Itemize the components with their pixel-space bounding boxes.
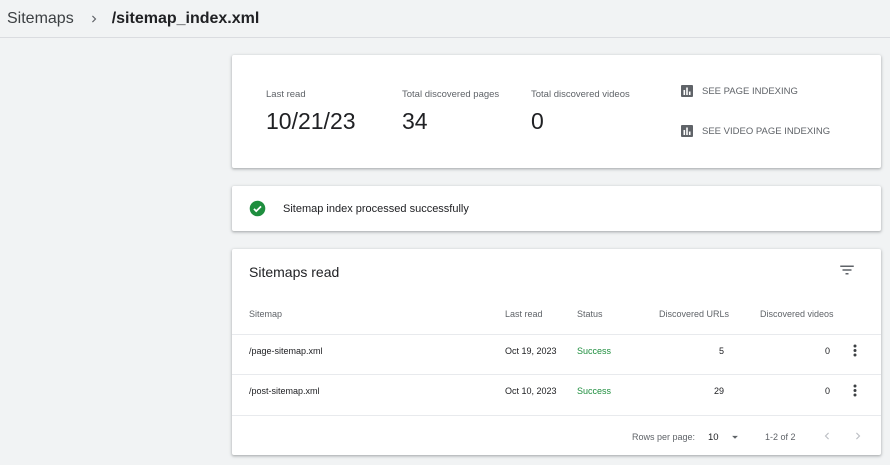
row-2-videos: 0 (824, 386, 830, 396)
last-read-value: 10/21/23 (266, 108, 356, 134)
last-read-label: Last read (266, 89, 306, 100)
header-discovered-urls[interactable]: Discovered URLs (659, 309, 729, 319)
see-page-indexing-label: SEE PAGE INDEXING (702, 85, 798, 97)
row-2-urls: 29 (713, 386, 724, 396)
header-discovered-videos[interactable]: Discovered videos (760, 309, 834, 319)
divider (232, 374, 881, 375)
row-2-sitemap[interactable]: /post-sitemap.xml (249, 386, 320, 396)
more-vert-icon[interactable] (849, 383, 861, 397)
breadcrumb-sitemaps[interactable]: Sitemaps (7, 10, 74, 28)
table-title: Sitemaps read (249, 264, 340, 280)
see-page-indexing-link[interactable]: SEE PAGE INDEXING (681, 85, 798, 97)
discovered-videos-label: Total discovered videos (531, 89, 630, 100)
discovered-videos-stat: Total discovered videos 0 (531, 89, 630, 135)
check-circle-icon (249, 200, 266, 217)
row-1-last-read: Oct 19, 2023 (505, 346, 557, 356)
row-1-status: Success (577, 346, 612, 356)
divider (232, 415, 881, 416)
last-read-stat: Last read 10/21/23 (266, 89, 356, 135)
top-bar: Sitemaps /sitemap_index.xml (0, 0, 890, 38)
header-last-read[interactable]: Last read (505, 309, 543, 319)
row-1-videos: 0 (824, 346, 830, 356)
discovered-pages-stat: Total discovered pages 34 (402, 89, 499, 135)
discovered-pages-label: Total discovered pages (402, 89, 500, 100)
rows-per-page-select[interactable]: 10 (708, 430, 742, 444)
row-2-last-read: Oct 10, 2023 (505, 386, 557, 396)
row-1-urls: 5 (718, 346, 724, 356)
divider (232, 334, 881, 335)
chevron-left-icon[interactable] (820, 429, 834, 443)
header-status[interactable]: Status (577, 309, 603, 319)
status-card: Sitemap index processed successfully (232, 186, 881, 231)
chevron-right-icon[interactable] (851, 429, 865, 443)
sitemaps-read-card: Sitemaps read Sitemap Last read Status D… (232, 249, 881, 455)
see-video-page-indexing-link[interactable]: SEE VIDEO PAGE INDEXING (681, 125, 830, 137)
rows-per-page-label: Rows per page: (632, 432, 696, 442)
breadcrumb-current: /sitemap_index.xml (111, 9, 260, 27)
row-1-sitemap[interactable]: /page-sitemap.xml (249, 346, 323, 356)
bar-chart-icon (681, 85, 693, 97)
header-sitemap[interactable]: Sitemap (249, 309, 282, 319)
see-video-page-indexing-label: SEE VIDEO PAGE INDEXING (702, 125, 831, 137)
arrow-drop-down-icon (731, 435, 738, 439)
discovered-videos-value: 0 (531, 108, 544, 134)
bar-chart-icon (681, 125, 693, 137)
discovered-pages-value: 34 (402, 108, 428, 134)
status-message: Sitemap index processed successfully (283, 202, 469, 215)
more-vert-icon[interactable] (849, 343, 861, 357)
row-2-status: Success (577, 386, 612, 396)
pagination-range: 1-2 of 2 (765, 432, 796, 442)
summary-card: Last read 10/21/23 Total discovered page… (232, 55, 881, 168)
filter-icon[interactable] (838, 261, 856, 279)
rows-per-page-value: 10 (708, 431, 719, 443)
chevron-right-icon (87, 12, 101, 26)
